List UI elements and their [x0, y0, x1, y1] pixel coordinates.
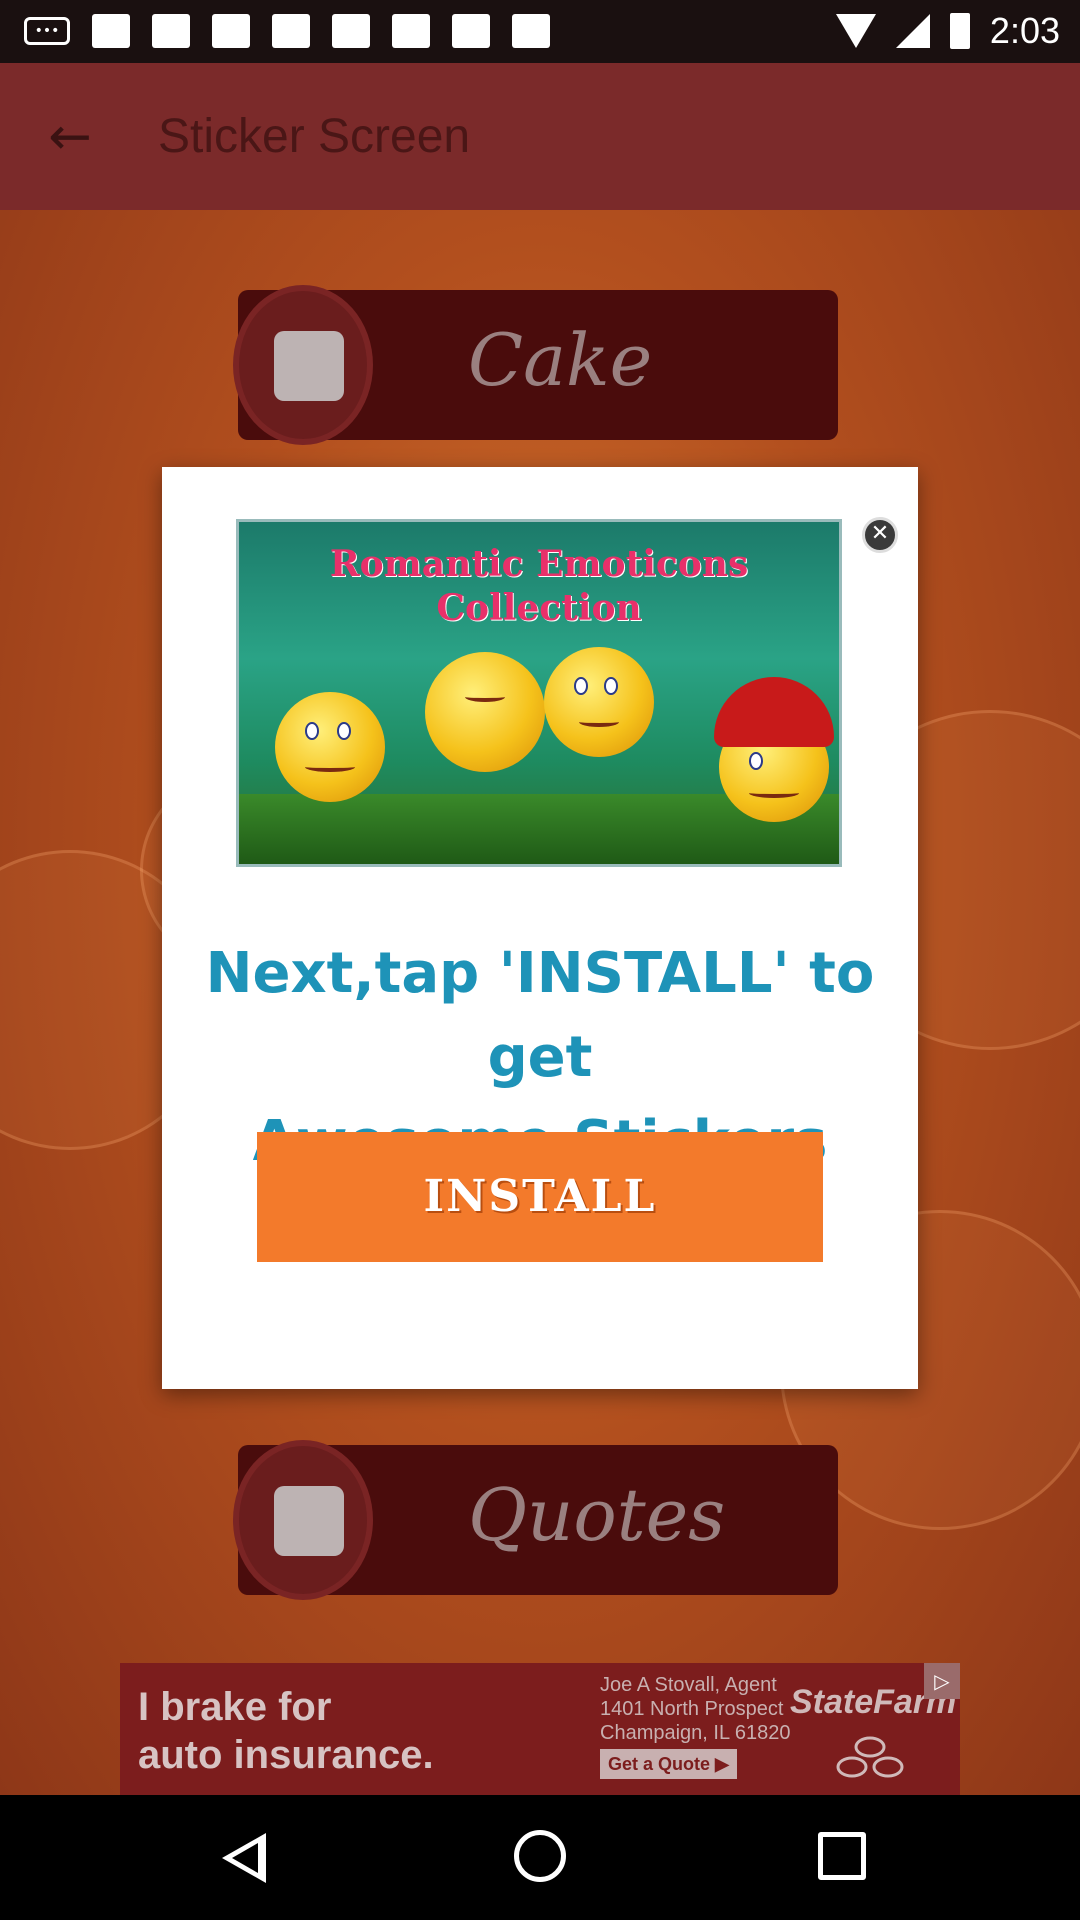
page-title: Sticker Screen [158, 110, 471, 163]
emoji-eye [574, 677, 588, 695]
notification-icon [212, 14, 250, 48]
promo-image[interactable]: Romantic Emoticons Collection [236, 519, 842, 867]
emoji-mouth [305, 762, 355, 772]
emoji-face [275, 692, 385, 802]
ad-agent-line: 1401 North Prospect [600, 1698, 784, 1720]
ad-banner[interactable]: I brake for auto insurance. Joe A Stoval… [120, 1663, 960, 1795]
ad-agent-line: Champaign, IL 61820 [600, 1722, 791, 1744]
emoji-mouth [579, 717, 619, 727]
emoji-face [544, 647, 654, 757]
app-bar: ← Sticker Screen [0, 63, 1080, 210]
red-cap [714, 677, 834, 747]
notification-icon [332, 14, 370, 48]
ad-cta-label: Get a Quote [608, 1754, 711, 1774]
category-quotes[interactable]: Quotes [233, 1440, 838, 1600]
install-button[interactable]: INSTALL [257, 1132, 823, 1262]
status-bar: ••• 2:03 [0, 0, 1080, 63]
emoji-eye [604, 677, 618, 695]
category-label: Quotes [468, 1473, 726, 1557]
notification-icons: ••• [24, 14, 550, 48]
notification-icon [392, 14, 430, 48]
notification-icon [92, 14, 130, 48]
promo-dialog: Romantic Emoticons Collection ✕ Next,tap… [162, 467, 918, 1389]
promo-title-line: Collection [436, 587, 642, 629]
status-time: 2:03 [989, 10, 1060, 51]
promo-title: Romantic Emoticons Collection [239, 542, 839, 630]
emoji-face [425, 652, 545, 772]
notification-icon [452, 14, 490, 48]
signal-icon [895, 14, 930, 48]
statefarm-logo-icon [836, 1736, 904, 1778]
system-icons: 2:03 [835, 10, 1060, 52]
ad-agent-info: Joe A Stovall, Agent 1401 North Prospect… [600, 1673, 791, 1779]
ad-agent-line: Joe A Stovall, Agent [600, 1674, 777, 1696]
nav-recents-icon[interactable] [818, 1832, 866, 1880]
ad-slogan-line: I brake for [138, 1685, 332, 1729]
navigation-bar [0, 1795, 1080, 1920]
cake-icon [274, 331, 344, 401]
category-label: Cake [468, 318, 653, 402]
ad-slogan: I brake for auto insurance. [138, 1683, 434, 1779]
headline-line: Next,tap 'INSTALL' to get [205, 941, 875, 1090]
quotes-circle [233, 1440, 373, 1600]
category-cake[interactable]: Cake [233, 285, 838, 445]
notification-icon [272, 14, 310, 48]
battery-icon [949, 13, 970, 49]
back-arrow-icon[interactable]: ← [40, 107, 100, 167]
cake-icon [274, 1486, 344, 1556]
wifi-icon [835, 14, 876, 48]
emoji-eye [305, 722, 319, 740]
more-notifications-icon: ••• [24, 17, 70, 45]
cake-circle [233, 285, 373, 445]
notification-icon [152, 14, 190, 48]
ad-cta-button[interactable]: Get a Quote ▶ [600, 1749, 737, 1779]
notification-icon [512, 14, 550, 48]
ad-info-icon[interactable]: ▷ [924, 1663, 960, 1699]
emoji-eye [749, 752, 763, 770]
emoji-eye [337, 722, 351, 740]
emoji-closed-eyes [465, 692, 505, 702]
nav-back-icon-inner [232, 1843, 258, 1873]
nav-home-icon[interactable] [514, 1830, 566, 1882]
ad-slogan-line: auto insurance. [138, 1733, 434, 1777]
close-icon[interactable]: ✕ [862, 517, 898, 553]
promo-title-line: Romantic Emoticons [329, 543, 749, 585]
emoji-mouth [749, 788, 799, 798]
